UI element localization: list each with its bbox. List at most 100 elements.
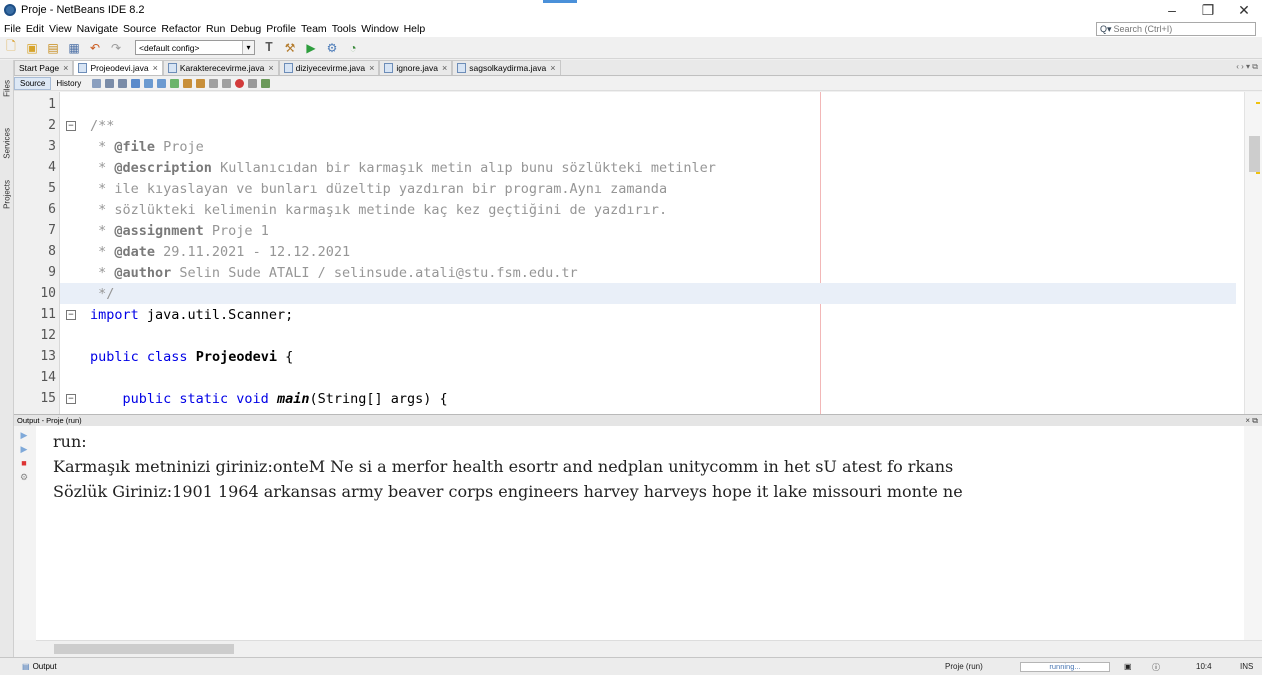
build-icon[interactable]: 𝐓 [261,40,277,56]
line-number: 9 [48,265,56,280]
error-stripe-marker[interactable] [1256,172,1260,174]
code-editor[interactable]: 1 2 − /** 3 * @file Proje 4 * @descripti… [14,92,1262,414]
tab-label: Projeodevi.java [90,63,149,73]
run-icon[interactable]: ▶ [303,40,319,56]
code-text: public class Projeodevi { [90,349,293,365]
output-vertical-scrollbar[interactable] [1244,426,1262,640]
line-number: 4 [48,160,56,175]
save-all-icon[interactable]: ▦ [66,40,82,56]
menu-profile[interactable]: Profile [266,23,296,35]
menu-file[interactable]: File [4,23,21,35]
menu-refactor[interactable]: Refactor [161,23,201,35]
code-text: * ile kıyaslayan ve bunları düzeltip yaz… [90,180,668,197]
scroll-thumb[interactable] [1249,136,1260,172]
output-tab[interactable]: ▤ Output [22,662,57,671]
file-tab-row: Start Page × Projeodevi.java × Karakterece… [14,60,1262,76]
tab-source[interactable]: Source [14,77,52,90]
menu-help[interactable]: Help [404,23,426,35]
javadoc-text: Proje 1 [203,222,269,239]
menu-navigate[interactable]: Navigate [77,23,118,35]
line-number: 6 [48,202,56,217]
open-project-icon[interactable]: ▤ [45,40,61,56]
fold-collapse-icon[interactable]: − [66,393,76,404]
menu-window[interactable]: Window [361,23,398,35]
tab-start-page[interactable]: Start Page × [14,60,74,75]
tab-karakterecevirme[interactable]: Karakterecevirme.java × [162,60,279,75]
shift-left-icon[interactable] [183,79,193,88]
side-tab-projects[interactable]: Projects [1,180,13,209]
stop-macro-icon[interactable] [248,79,258,88]
rerun-different-icon[interactable]: ▶ [19,444,29,454]
minimize-button[interactable]: – [1154,0,1190,20]
maximize-button[interactable]: ❐ [1190,0,1226,20]
side-tab-files[interactable]: Files [1,80,13,97]
new-project-icon[interactable]: ▣ [24,40,40,56]
line-number: 14 [40,370,56,385]
output-console[interactable]: run: Karmaşık metninizi giriniz:onteM Ne… [36,426,1244,640]
close-icon[interactable]: × [442,63,447,73]
line-number: 2 [48,118,56,133]
forward-icon[interactable] [118,79,128,88]
diff-icon[interactable] [261,79,271,88]
shift-right-icon[interactable] [196,79,206,88]
side-tab-services[interactable]: Services [1,128,13,159]
menu-team[interactable]: Team [301,23,327,35]
tab-history[interactable]: History [51,77,86,90]
notification-icon[interactable]: ▣ [1124,662,1132,671]
output-line: Karmaşık metninizi giriniz:onteM Ne si a… [53,457,954,476]
new-file-icon[interactable]: 🗋 [3,39,19,56]
menu-run[interactable]: Run [206,23,225,35]
comment-icon[interactable] [209,79,219,88]
menu-tools[interactable]: Tools [332,23,357,35]
tab-diziyecevirme[interactable]: diziyecevirme.java × [278,60,380,75]
debug-icon[interactable]: ⚙ [324,40,340,56]
back-icon[interactable] [105,79,115,88]
find-next-icon[interactable] [157,79,167,88]
close-icon[interactable]: × [63,63,68,73]
code-text: * @file Proje [90,138,204,155]
close-icon[interactable]: × [268,63,273,73]
profile-icon[interactable]: ◔ [345,40,361,56]
last-edit-icon[interactable] [92,79,102,88]
toggle-highlight-icon[interactable] [170,79,180,88]
search-input[interactable]: Q▾ Search (Ctrl+I) [1096,22,1256,36]
clean-build-icon[interactable]: ⚒ [282,40,298,56]
code-line: 3 * @file Proje [14,136,1262,157]
find-previous-icon[interactable] [144,79,154,88]
editor-toolbar: Source History [14,77,1262,91]
output-horizontal-scrollbar[interactable] [36,640,1262,656]
editor-scrollbar[interactable] [1244,92,1262,414]
close-icon[interactable]: × [550,63,555,73]
output-window-controls[interactable]: × ⧉ [1245,416,1258,426]
tab-ignore[interactable]: ignore.java × [379,60,453,75]
error-stripe-marker[interactable] [1256,102,1260,104]
menu-debug[interactable]: Debug [230,23,261,35]
record-macro-icon[interactable] [235,79,245,88]
menu-view[interactable]: View [49,23,72,35]
javadoc-text: 29.11.2021 - 12.12.2021 [155,243,351,260]
fold-collapse-icon[interactable]: − [66,309,76,320]
stop-icon[interactable]: ■ [19,458,29,468]
info-icon[interactable]: ⓘ [1152,662,1160,673]
tab-menu-icon[interactable]: ‹ › ▾ ⧉ [1236,62,1258,72]
close-icon[interactable]: × [369,63,374,73]
config-select[interactable]: <default config> ▾ [135,40,255,55]
find-icon[interactable] [131,79,141,88]
settings-icon[interactable]: ⚙ [19,472,29,482]
uncomment-icon[interactable] [222,79,232,88]
fold-collapse-icon[interactable]: − [66,120,76,131]
keyword: public class [90,348,188,365]
tab-projeodevi[interactable]: Projeodevi.java × [73,60,163,75]
rerun-icon[interactable]: ▶ [19,430,29,440]
line-number: 7 [48,223,56,238]
code-line: 8 * @date 29.11.2021 - 12.12.2021 [14,241,1262,262]
undo-icon[interactable]: ↶ [87,40,103,56]
close-button[interactable]: ✕ [1226,0,1262,20]
menu-source[interactable]: Source [123,23,156,35]
scroll-thumb[interactable] [54,644,234,654]
close-icon[interactable]: × [153,63,158,73]
tab-sagsolkaydirma[interactable]: sagsolkaydirma.java × [452,60,561,75]
menu-edit[interactable]: Edit [26,23,44,35]
netbeans-logo-icon [4,4,16,16]
redo-icon[interactable]: ↷ [108,40,124,56]
